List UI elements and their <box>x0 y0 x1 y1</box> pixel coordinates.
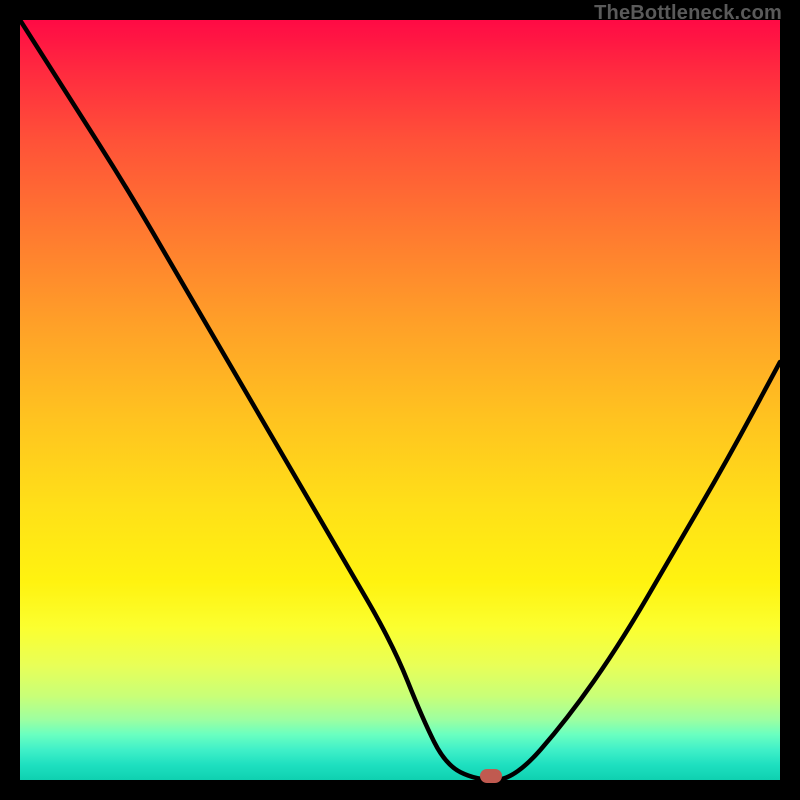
balance-marker <box>480 769 502 783</box>
chart-frame: TheBottleneck.com <box>0 0 800 800</box>
plot-area <box>20 20 780 780</box>
bottleneck-curve <box>20 20 780 780</box>
